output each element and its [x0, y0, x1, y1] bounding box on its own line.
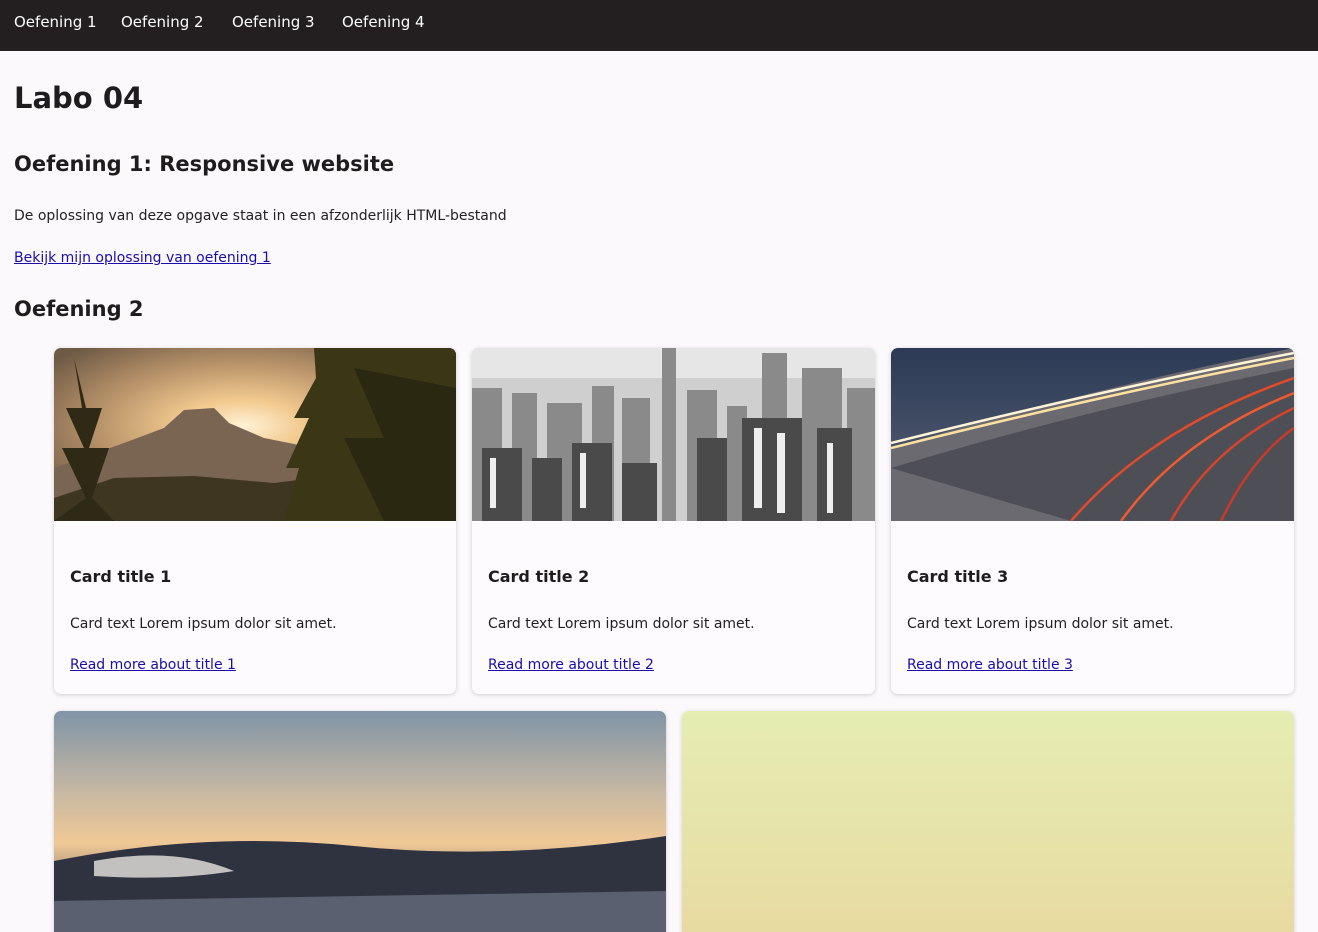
card-title: Card title 3: [907, 567, 1009, 586]
exercise-1-heading: Oefening 1: Responsive website: [14, 152, 395, 176]
exercise-1-solution-link[interactable]: Bekijk mijn oplossing van oefening 1: [14, 248, 271, 268]
card-read-more-link[interactable]: Read more about title 1: [70, 655, 236, 675]
exercise-1-text: De oplossing van deze opgave staat in ee…: [14, 208, 507, 224]
nav-link-oefening-4[interactable]: Oefening 4: [342, 12, 425, 32]
card-text: Card text Lorem ipsum dolor sit amet.: [907, 616, 1174, 632]
nav-link-oefening-3[interactable]: Oefening 3: [232, 12, 315, 32]
exercise-2-heading: Oefening 2: [14, 297, 144, 321]
card-3: Card title 3 Card text Lorem ipsum dolor…: [891, 348, 1294, 694]
card-1: Card title 1 Card text Lorem ipsum dolor…: [54, 348, 456, 694]
page-title: Labo 04: [14, 81, 144, 115]
nav-link-oefening-1[interactable]: Oefening 1: [14, 12, 97, 32]
mountain-sunset-image: [54, 348, 456, 521]
card-title: Card title 2: [488, 567, 590, 586]
card-2: Card title 2 Card text Lorem ipsum dolor…: [472, 348, 875, 694]
top-navigation: Oefening 1 Oefening 2 Oefening 3 Oefenin…: [0, 0, 1318, 51]
card-text: Card text Lorem ipsum dolor sit amet.: [488, 616, 755, 632]
card-read-more-link[interactable]: Read more about title 2: [488, 655, 654, 675]
pale-green-landscape-image: [682, 711, 1294, 932]
city-skyline-image: [472, 348, 875, 521]
highway-light-trails-image: [891, 348, 1294, 521]
nav-link-oefening-2[interactable]: Oefening 2: [121, 12, 204, 32]
ocean-wave-image: [54, 711, 666, 932]
card-text: Card text Lorem ipsum dolor sit amet.: [70, 616, 337, 632]
card-title: Card title 1: [70, 567, 172, 586]
card-4: [54, 711, 666, 932]
card-read-more-link[interactable]: Read more about title 3: [907, 655, 1073, 675]
card-5: [682, 711, 1294, 932]
